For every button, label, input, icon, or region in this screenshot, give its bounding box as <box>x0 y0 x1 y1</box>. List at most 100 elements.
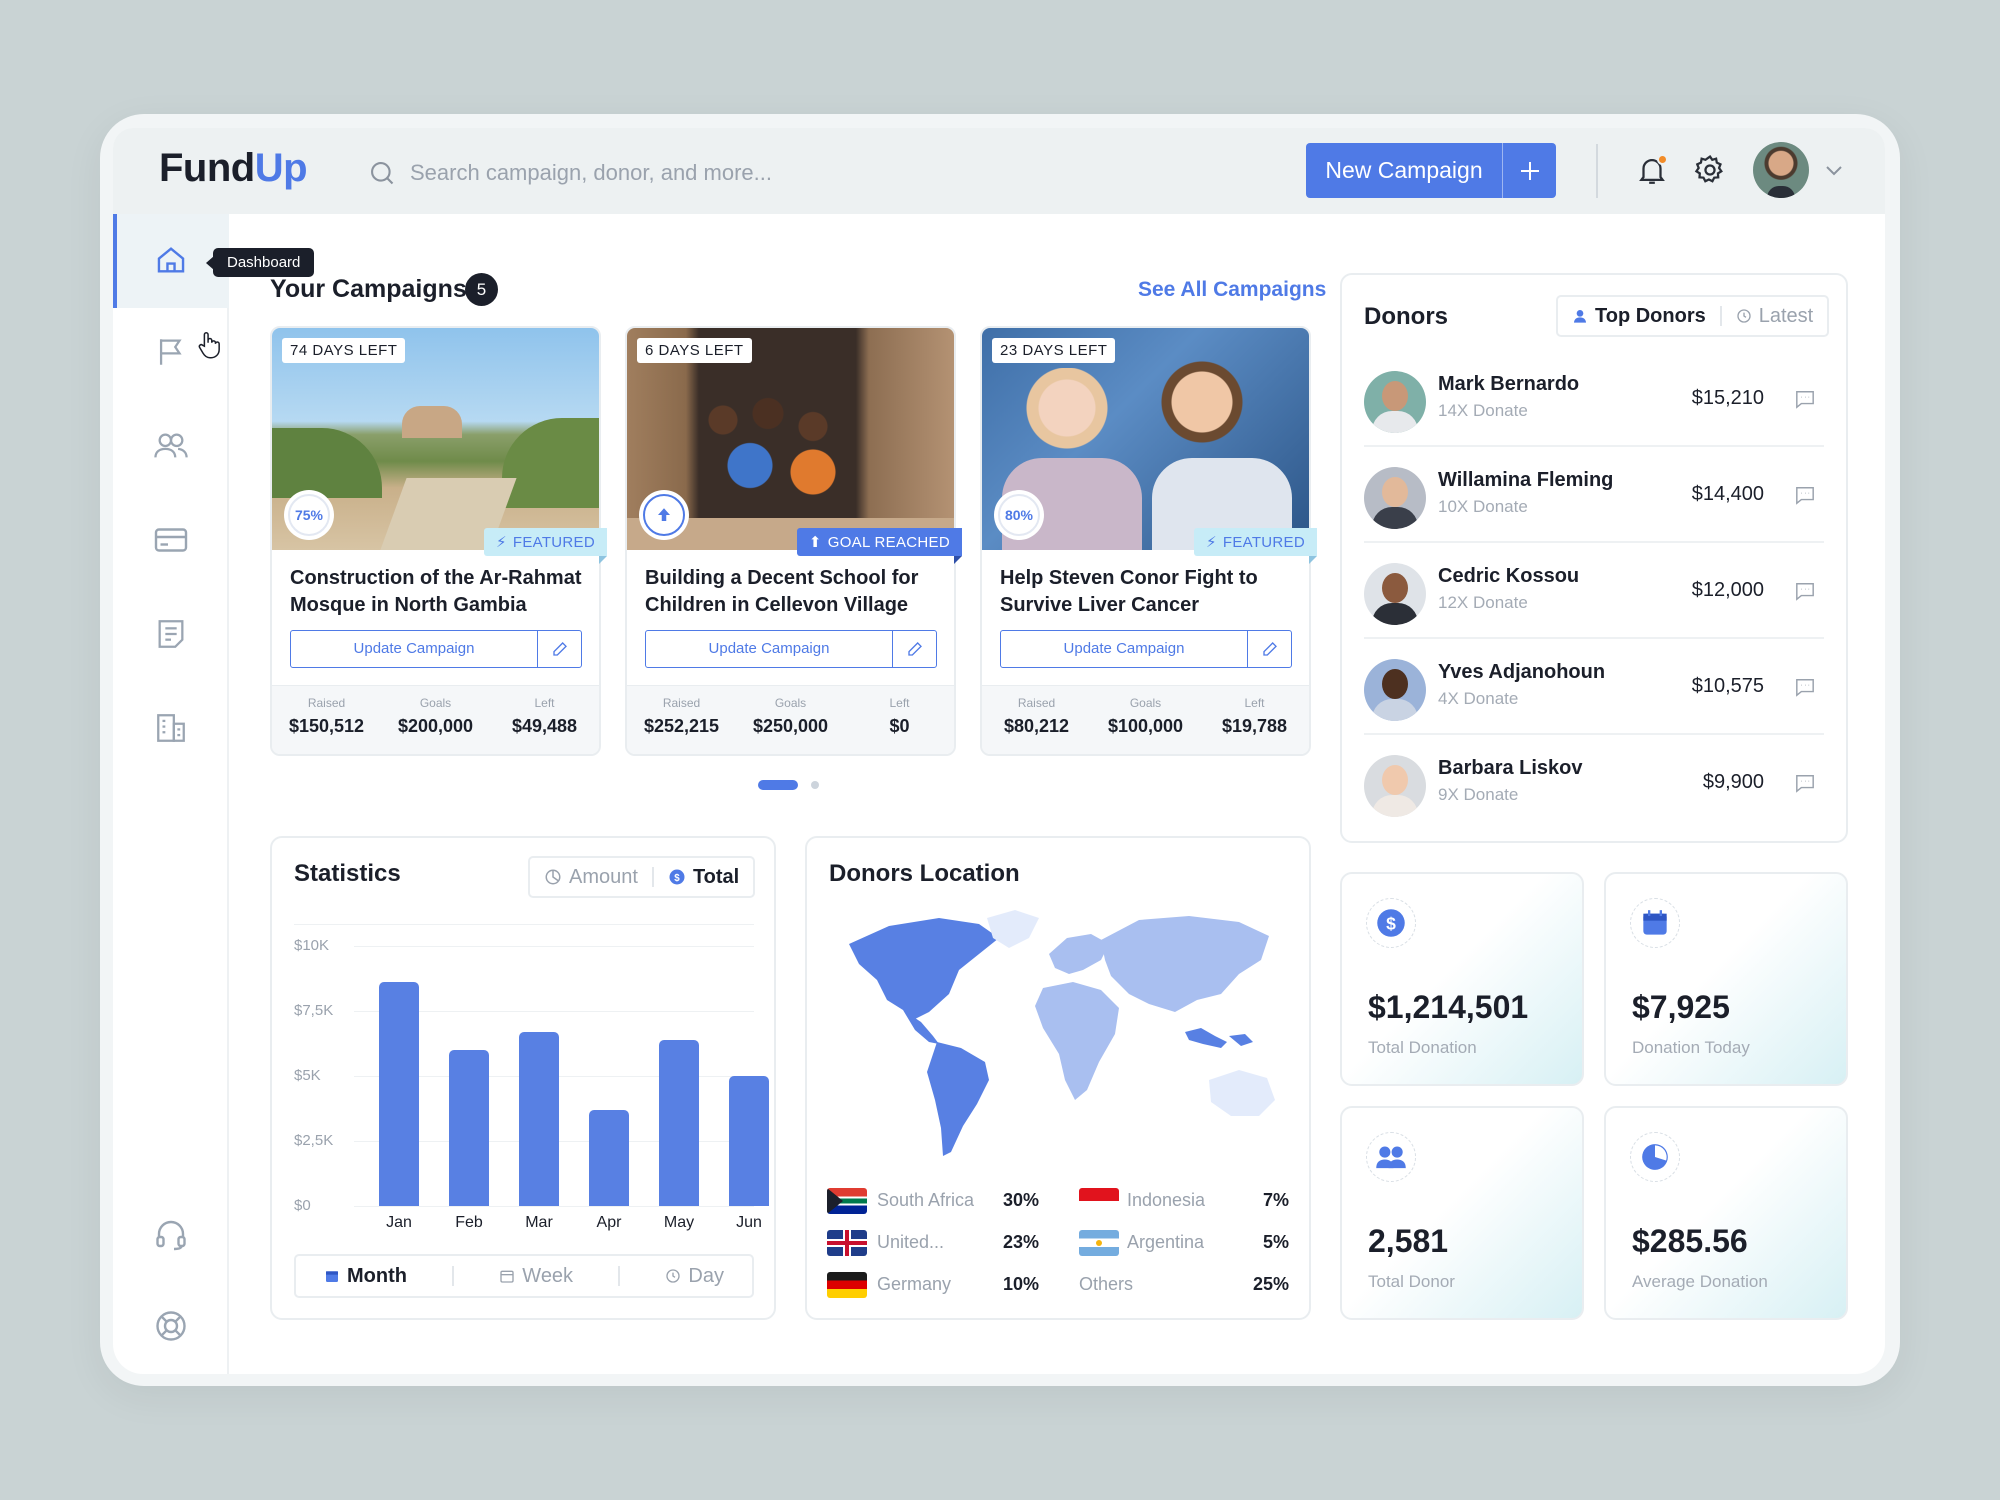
days-left-label: 74 DAYS LEFT <box>282 338 406 363</box>
message-icon[interactable] <box>1794 773 1816 798</box>
search-input[interactable] <box>410 160 830 186</box>
avatar <box>1364 755 1426 817</box>
plus-icon[interactable] <box>1502 143 1556 198</box>
new-campaign-button[interactable]: New Campaign <box>1306 143 1556 198</box>
day-option[interactable]: Day <box>651 1265 738 1288</box>
search-bar[interactable] <box>368 153 868 193</box>
month-option[interactable]: Month <box>310 1265 421 1288</box>
chevron-down-icon[interactable] <box>1825 164 1843 182</box>
donor-row[interactable]: Barbara Liskov 9X Donate $9,900 <box>1364 735 1824 831</box>
logo[interactable]: FundUp <box>159 146 308 191</box>
edit-pencil-icon[interactable] <box>1247 631 1291 667</box>
left-value: $19,788 <box>1221 716 1288 736</box>
featured-badge: ⚡ FEATURED <box>484 528 607 564</box>
edit-pencil-icon[interactable] <box>892 631 936 667</box>
headset-icon[interactable] <box>151 1214 191 1254</box>
notification-bell[interactable] <box>1635 152 1669 193</box>
y-axis-tick: $0 <box>294 1197 311 1214</box>
pager-dot[interactable] <box>811 781 819 789</box>
kpi-label: Average Donation <box>1632 1272 1768 1291</box>
see-all-campaigns-link[interactable]: See All Campaigns <box>1138 278 1326 302</box>
featured-badge: ⚡ FEATURED <box>1194 528 1317 564</box>
left-stat: Left $49,488 <box>490 686 599 754</box>
goals-stat: Goals $100,000 <box>1091 686 1200 754</box>
bar-jan[interactable] <box>379 982 419 1206</box>
pager-dot-active[interactable] <box>758 780 798 790</box>
flag-united-kingdom-icon <box>827 1230 867 1256</box>
week-option[interactable]: Week <box>485 1265 587 1288</box>
period-toggle: Month Week Day <box>294 1254 754 1298</box>
goal-reached-badge: ⬆ GOAL REACHED <box>796 528 963 564</box>
y-axis-tick: $2,5K <box>294 1132 334 1149</box>
logo-accent: Up <box>254 146 308 190</box>
total-option[interactable]: $ Total <box>654 866 753 889</box>
home-icon[interactable] <box>151 240 191 280</box>
campaign-card[interactable]: 23 DAYS LEFT 80% ⚡ FEATURED Help Steven C… <box>980 326 1317 756</box>
campaign-title[interactable]: Building a Decent School for Children in… <box>645 565 940 619</box>
goals-value: $200,000 <box>397 716 474 736</box>
flag-icon[interactable] <box>151 332 191 372</box>
goals-stat: Goals $250,000 <box>736 686 845 754</box>
donor-amount: $15,210 <box>1691 387 1764 409</box>
goals-value: $100,000 <box>1107 716 1184 736</box>
update-campaign-button[interactable]: Update Campaign <box>646 631 892 667</box>
day-option-label: Day <box>688 1264 724 1287</box>
notification-dot <box>1657 154 1668 165</box>
location-name: Argentina <box>1127 1232 1205 1252</box>
message-icon[interactable] <box>1794 677 1816 702</box>
donor-name: Willamina Fleming <box>1438 469 1614 491</box>
update-campaign-button[interactable]: Update Campaign <box>1001 631 1247 667</box>
bar-jun[interactable] <box>729 1076 769 1206</box>
y-axis-tick: $7,5K <box>294 1002 334 1019</box>
amount-option[interactable]: Amount <box>530 866 652 889</box>
edit-pencil-icon[interactable] <box>537 631 581 667</box>
card-icon[interactable] <box>151 520 191 560</box>
bolt-icon: ⚡ <box>1206 534 1217 551</box>
campaign-title[interactable]: Help Steven Conor Fight to Survive Liver… <box>1000 565 1295 619</box>
new-campaign-label: New Campaign <box>1325 157 1483 183</box>
campaign-stats: Raised $150,512 Goals $200,000 Left $49,488 <box>272 685 599 754</box>
location-name: Others <box>1079 1274 1134 1294</box>
update-campaign-control: Update Campaign <box>1000 630 1292 668</box>
support-icon[interactable] <box>151 1306 191 1346</box>
raised-label: Raised <box>662 696 701 710</box>
flag-germany-icon <box>827 1272 867 1298</box>
building-icon[interactable] <box>151 708 191 748</box>
bar-apr[interactable] <box>589 1109 629 1206</box>
bar-mar[interactable] <box>519 1031 559 1206</box>
donor-row[interactable]: Willamina Fleming 10X Donate $14,400 <box>1364 447 1824 543</box>
campaign-card[interactable]: 6 DAYS LEFT ⬆ GOAL REACHED Building a Dec… <box>625 326 963 756</box>
avatar <box>1364 563 1426 625</box>
tab-top-donors[interactable]: Top Donors <box>1558 305 1720 328</box>
gear-icon <box>1694 154 1723 183</box>
statistics-bar-chart: $10K $7,5K $5K $2,5K $0 Jan Feb Mar Apr May Jun <box>294 936 769 1236</box>
campaign-card[interactable]: 74 DAYS LEFT 75% ⚡ FEATURED Construction … <box>270 326 607 756</box>
message-icon[interactable] <box>1794 581 1816 606</box>
flag-south-africa-icon <box>827 1188 867 1214</box>
bar-feb[interactable] <box>449 1050 489 1206</box>
donor-row[interactable]: Cedric Kossou 12X Donate $12,000 <box>1364 543 1824 639</box>
avatar <box>1364 371 1426 433</box>
left-stat: Left $0 <box>845 686 954 754</box>
user-avatar[interactable] <box>1753 142 1809 198</box>
kpi-label: Donation Today <box>1632 1038 1750 1057</box>
settings-button[interactable] <box>1693 153 1727 192</box>
tab-latest[interactable]: Latest <box>1722 305 1827 328</box>
message-icon[interactable] <box>1794 485 1816 510</box>
update-campaign-button[interactable]: Update Campaign <box>291 631 537 667</box>
coin-icon: $ <box>669 869 685 885</box>
campaign-title[interactable]: Construction of the Ar-Rahmat Mosque in … <box>290 565 585 619</box>
donor-row[interactable]: Yves Adjanohoun 4X Donate $10,575 <box>1364 639 1824 735</box>
users-icon[interactable] <box>151 426 191 466</box>
goals-value: $250,000 <box>752 716 829 736</box>
goals-label: Goals <box>1129 696 1162 710</box>
statistics-panel: Statistics Amount $ Total $10K $7,5K $5K $2,… <box>270 836 776 1320</box>
bar-may[interactable] <box>659 1039 699 1206</box>
location-pct: 5% <box>1262 1232 1289 1252</box>
message-icon[interactable] <box>1794 389 1816 414</box>
month-option-label: Month <box>347 1264 407 1287</box>
sidebar-tooltip: Dashboard <box>205 248 315 277</box>
document-icon[interactable] <box>151 614 191 654</box>
donor-row[interactable]: Mark Bernardo 14X Donate $15,210 <box>1364 351 1824 447</box>
user-icon <box>1574 310 1586 323</box>
